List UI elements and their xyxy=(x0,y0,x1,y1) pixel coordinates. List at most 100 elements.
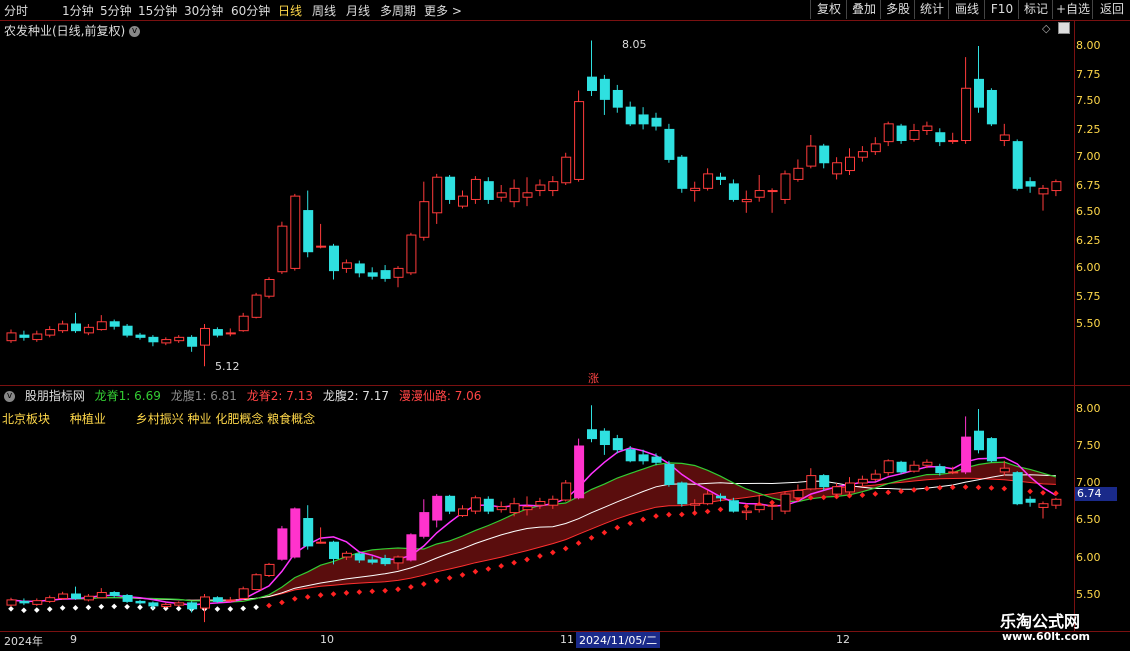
support-dot xyxy=(137,604,143,611)
candlestick-chart[interactable] xyxy=(0,0,1074,631)
candle-body xyxy=(6,332,17,342)
indicator-candle-body xyxy=(716,495,726,499)
y-tick: 5.75 xyxy=(1076,290,1101,303)
candle-body xyxy=(238,315,249,332)
indicator-candle-body xyxy=(109,592,120,596)
candle-body xyxy=(290,195,301,269)
y-tick: 6.75 xyxy=(1076,179,1101,192)
support-dot xyxy=(227,606,234,612)
candle-body xyxy=(406,234,417,274)
chevron-down-icon[interactable]: v xyxy=(4,391,15,402)
support-dot xyxy=(111,603,118,610)
y-tick: 6.25 xyxy=(1076,234,1101,247)
support-dot xyxy=(408,584,414,590)
indicator-candle-body xyxy=(341,552,352,558)
indicator-candle-body xyxy=(574,445,585,499)
indicator-candle-body xyxy=(522,506,533,511)
y-tick: 7.00 xyxy=(1076,150,1101,163)
date-axis: 2024年 9 10 11 12 2024/11/05/二 xyxy=(0,631,1130,651)
price-axis-border xyxy=(1074,20,1075,632)
support-dot xyxy=(627,520,634,527)
y-tick: 6.00 xyxy=(1076,551,1101,564)
indicator-candle-body xyxy=(806,475,817,490)
candle-body xyxy=(393,267,404,278)
candle-body xyxy=(1012,141,1023,189)
indicator-candle-body xyxy=(148,602,159,607)
candle-body xyxy=(728,183,739,200)
candle-body xyxy=(574,101,585,180)
support-dot xyxy=(498,563,505,569)
candle-body xyxy=(1038,187,1049,195)
indicator-candle-body xyxy=(83,595,94,601)
concept-tags: 北京板块 种植业 乡村振兴 种业 化肥概念 粮食概念 xyxy=(2,410,315,427)
support-dot xyxy=(291,595,298,602)
indicator-candle-body xyxy=(664,464,675,485)
indicator-candle-body xyxy=(909,464,920,472)
support-dot xyxy=(936,484,943,491)
candle-body xyxy=(651,117,662,127)
candle-body xyxy=(703,173,714,189)
candle-body xyxy=(999,134,1010,142)
candle-body xyxy=(896,125,907,142)
current-value-badge: 6.74 xyxy=(1075,487,1117,501)
candle-body xyxy=(135,334,146,338)
indicator-candle-body xyxy=(432,495,443,521)
y-tick: 7.50 xyxy=(1076,94,1101,107)
x-tick: 11 xyxy=(560,633,574,646)
concept-tag[interactable]: 种植业 xyxy=(70,412,106,426)
y-tick: 7.25 xyxy=(1076,123,1101,136)
candle-body xyxy=(845,156,855,172)
candle-body xyxy=(548,181,559,192)
concept-tag[interactable]: 乡村振兴 种业 化肥概念 粮食概念 xyxy=(136,412,315,426)
indicator-candle-body xyxy=(496,506,507,511)
indicator-candle-body xyxy=(238,588,249,599)
indicator-candle-body xyxy=(832,486,843,495)
support-dot xyxy=(1040,489,1046,496)
indicator-candle-body xyxy=(264,563,275,577)
indicator-candle-body xyxy=(367,559,378,563)
support-dot xyxy=(1027,488,1033,495)
support-dot xyxy=(21,607,27,614)
indicator-candle-body xyxy=(741,510,752,514)
candle-body xyxy=(625,106,636,125)
indicator-candle-body xyxy=(354,553,365,561)
indicator-candle-body xyxy=(161,603,172,608)
indicator-candle-body xyxy=(277,528,288,560)
indicator-candle-body xyxy=(316,541,327,544)
candle-body xyxy=(303,210,314,253)
candle-body xyxy=(535,184,546,192)
indicator-candle-body xyxy=(187,602,198,610)
low-price-label: 5.12 xyxy=(215,360,240,373)
support-dot xyxy=(614,524,621,531)
support-dot xyxy=(562,545,569,552)
candle-body xyxy=(380,270,391,279)
indicator-candle-body xyxy=(754,504,765,511)
candle-body xyxy=(251,294,262,318)
candle-body xyxy=(677,156,688,189)
indicator-name[interactable]: 股朋指标网 xyxy=(25,389,85,403)
support-dot xyxy=(330,591,337,597)
indicator-candle-body xyxy=(793,489,804,499)
support-dot xyxy=(678,511,685,518)
support-dot xyxy=(8,605,14,612)
candle-body xyxy=(509,187,520,203)
support-dot xyxy=(472,568,479,575)
support-dot xyxy=(653,513,659,519)
indicator-candle-body xyxy=(1038,503,1049,508)
watermark-url: www.60lt.com xyxy=(1002,630,1091,643)
watermark-title: 乐淘公式网 xyxy=(1000,612,1081,631)
candle-body xyxy=(148,336,159,343)
indicator-candle-body xyxy=(845,482,855,493)
support-dot xyxy=(420,581,427,587)
candle-body xyxy=(870,143,881,153)
indicator-candle-body xyxy=(677,482,688,505)
indicator-candle-body xyxy=(58,593,69,599)
concept-tag[interactable]: 北京板块 xyxy=(2,412,50,426)
candle-body xyxy=(83,326,94,334)
support-dot xyxy=(356,589,363,595)
candle-body xyxy=(599,78,610,100)
candle-body xyxy=(432,176,443,214)
support-dot xyxy=(85,604,92,611)
back-button[interactable]: 返回 xyxy=(1092,0,1130,19)
indicator-candle-body xyxy=(96,592,107,599)
